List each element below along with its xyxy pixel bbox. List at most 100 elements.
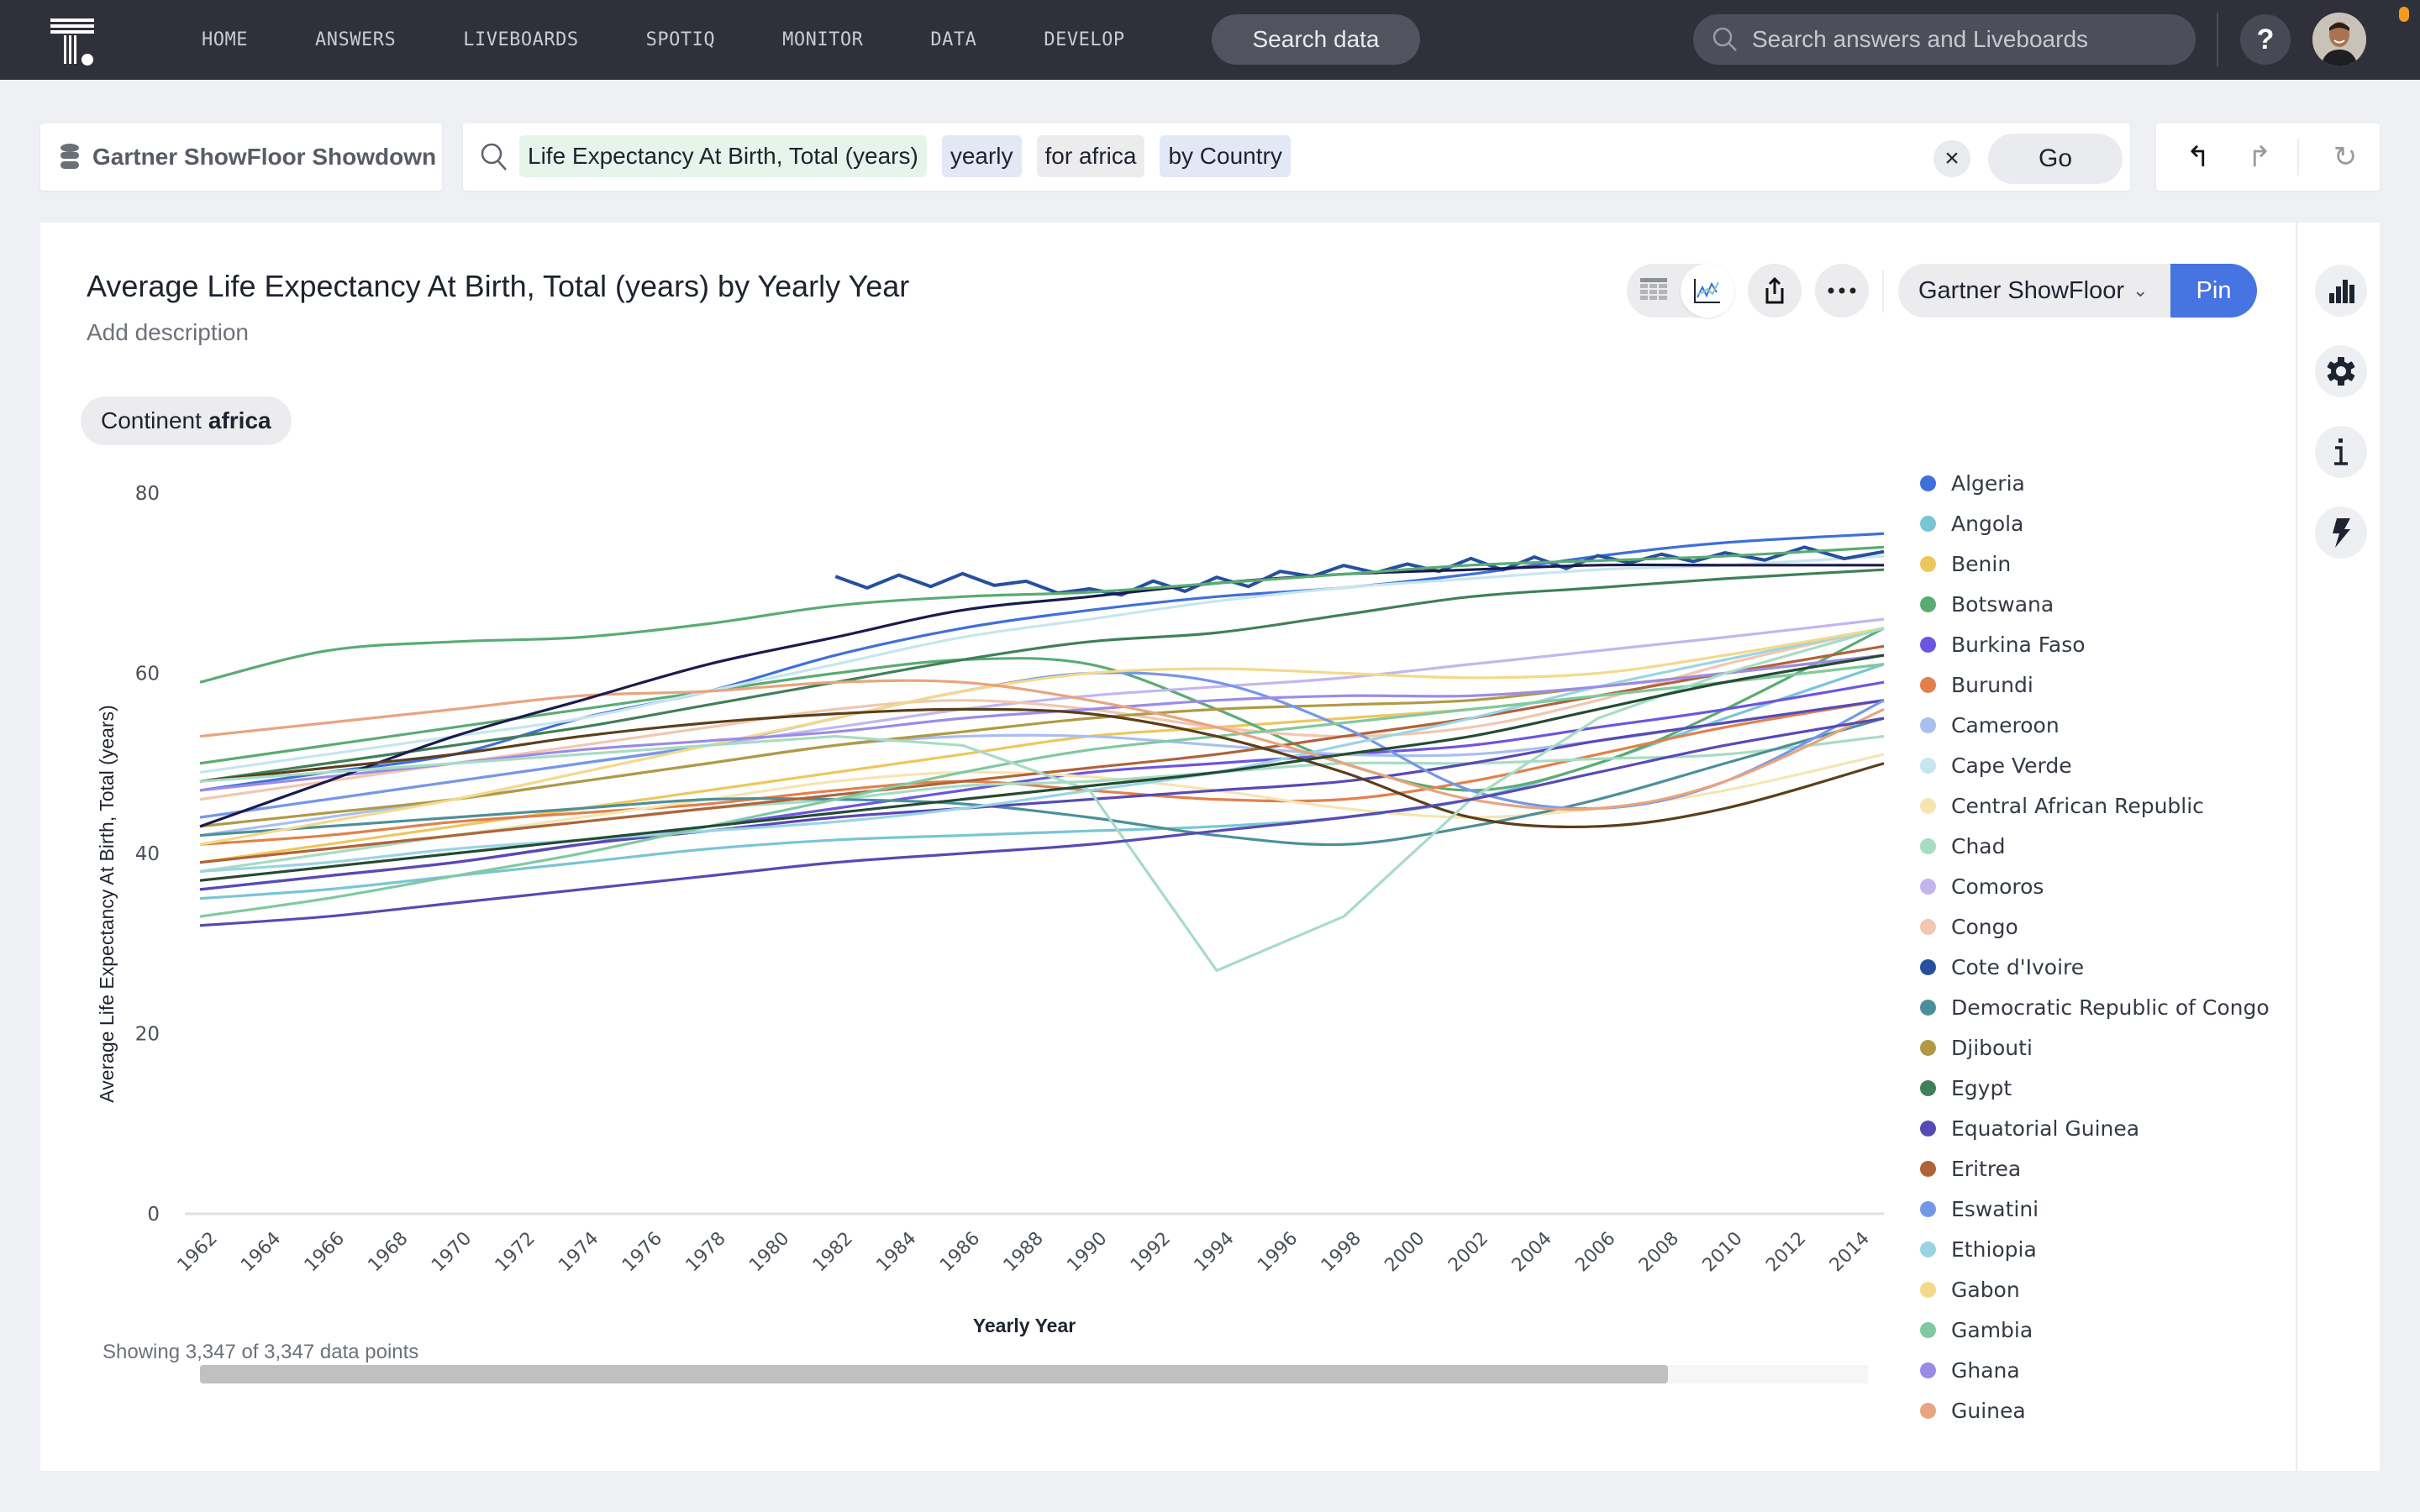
y-tick-label: 40 <box>135 843 160 865</box>
x-tick-label: 1974 <box>555 1228 602 1276</box>
horizontal-scrollbar-thumb[interactable] <box>200 1365 1668 1383</box>
legend-item[interactable]: Egypt <box>1920 1074 2012 1102</box>
y-tick-label: 80 <box>135 483 160 505</box>
legend-color-dot-icon <box>1920 1160 1936 1177</box>
legend-color-dot-icon <box>1920 1402 1936 1419</box>
legend-item[interactable]: Eritrea <box>1920 1154 2021 1183</box>
y-axis-label: Average Life Expectancy At Birth, Total … <box>96 705 118 1102</box>
legend-item[interactable]: Burundi <box>1920 670 2033 699</box>
legend-item[interactable]: Gambia <box>1920 1315 2033 1344</box>
legend-item[interactable]: Gabon <box>1920 1275 2020 1304</box>
legend-color-dot-icon <box>1920 797 1936 814</box>
legend-color-dot-icon <box>1920 676 1936 693</box>
legend-label: Cameroon <box>1951 712 2060 738</box>
legend-color-dot-icon <box>1920 1120 1936 1137</box>
x-tick-label: 2006 <box>1571 1228 1619 1276</box>
x-tick-label: 1970 <box>428 1228 476 1276</box>
legend-color-dot-icon <box>1920 1362 1936 1378</box>
legend-label: Gabon <box>1951 1277 2020 1302</box>
series-line-cote-d-ivoire[interactable] <box>834 545 1885 597</box>
legend-color-dot-icon <box>1920 837 1936 854</box>
legend-item[interactable]: Democratic Republic of Congo <box>1920 993 2270 1021</box>
x-tick-label: 1990 <box>1063 1228 1111 1276</box>
legend-label: Gambia <box>1951 1317 2033 1342</box>
legend-item[interactable]: Equatorial Guinea <box>1920 1114 2139 1142</box>
legend-item[interactable]: Congo <box>1920 912 2018 941</box>
legend-color-dot-icon <box>1920 1281 1936 1298</box>
legend-label: Equatorial Guinea <box>1951 1116 2140 1141</box>
legend-color-dot-icon <box>1920 1321 1936 1338</box>
x-tick-label: 1988 <box>1000 1228 1048 1276</box>
x-tick-label: 1994 <box>1191 1228 1239 1276</box>
legend-color-dot-icon <box>1920 636 1936 653</box>
data-points-note: Showing 3,347 of 3,347 data points <box>103 1341 419 1363</box>
legend-item[interactable]: Botswana <box>1920 590 2054 618</box>
legend-item[interactable]: Ethiopia <box>1920 1235 2037 1263</box>
x-tick-label: 1992 <box>1127 1228 1175 1276</box>
x-tick-label: 2002 <box>1444 1228 1492 1276</box>
x-tick-label: 1982 <box>809 1228 857 1276</box>
x-tick-label: 2012 <box>1762 1228 1810 1276</box>
legend-label: Eritrea <box>1951 1156 2022 1181</box>
legend-label: Botswana <box>1951 591 2054 617</box>
x-tick-label: 1972 <box>492 1228 539 1276</box>
x-tick-label: 2008 <box>1635 1228 1683 1276</box>
legend-color-dot-icon <box>1920 1241 1936 1257</box>
legend-label: Egypt <box>1951 1075 2012 1100</box>
legend-color-dot-icon <box>1920 596 1936 612</box>
x-tick-label: 1966 <box>301 1228 349 1276</box>
legend-item[interactable]: Central African Republic <box>1920 791 2204 820</box>
legend-item[interactable]: Chad <box>1920 832 2006 860</box>
x-axis-label: Yearly Year <box>973 1315 1076 1336</box>
legend-color-dot-icon <box>1920 1079 1936 1096</box>
legend-label: Guinea <box>1951 1398 2026 1423</box>
series-line-cameroon[interactable] <box>199 699 1885 837</box>
legend-color-dot-icon <box>1920 1039 1936 1056</box>
legend-item[interactable]: Cape Verde <box>1920 751 2072 780</box>
x-tick-label: 2010 <box>1699 1228 1747 1276</box>
legend-item[interactable]: Cote d'Ivoire <box>1920 953 2084 981</box>
legend-label: Ethiopia <box>1951 1236 2037 1262</box>
legend-label: Burkina Faso <box>1951 632 2086 657</box>
legend-color-dot-icon <box>1920 999 1936 1016</box>
legend-label: Chad <box>1951 833 2006 858</box>
legend-item[interactable]: Eswatini <box>1920 1194 2039 1223</box>
legend-label: Cote d'Ivoire <box>1951 954 2085 979</box>
legend-item[interactable]: Angola <box>1920 509 2023 538</box>
legend-label: Angola <box>1951 511 2024 536</box>
x-tick-label: 2014 <box>1826 1228 1874 1276</box>
x-tick-label: 2004 <box>1508 1228 1556 1276</box>
x-tick-label: 1964 <box>237 1228 285 1276</box>
x-tick-label: 1962 <box>174 1228 222 1276</box>
legend-label: Burundi <box>1951 672 2033 697</box>
legend-item[interactable]: Algeria <box>1920 469 2025 497</box>
legend-item[interactable]: Cameroon <box>1920 711 2060 739</box>
legend-label: Cape Verde <box>1951 753 2072 778</box>
x-tick-label: 1998 <box>1318 1228 1365 1276</box>
legend-item[interactable]: Benin <box>1920 549 2011 578</box>
legend-item[interactable]: Djibouti <box>1920 1033 2033 1062</box>
legend-label: Congo <box>1951 914 2018 939</box>
legend-color-dot-icon <box>1920 757 1936 774</box>
legend-label: Algeria <box>1951 470 2025 496</box>
y-tick-label: 0 <box>147 1204 160 1226</box>
legend-label: Democratic Republic of Congo <box>1951 995 2270 1020</box>
legend-color-dot-icon <box>1920 1200 1936 1217</box>
x-tick-label: 1978 <box>682 1228 730 1276</box>
x-tick-label: 1976 <box>618 1228 666 1276</box>
x-tick-label: 1996 <box>1254 1228 1302 1276</box>
x-tick-label: 1968 <box>364 1228 412 1276</box>
legend-item[interactable]: Ghana <box>1920 1356 2020 1384</box>
legend-color-dot-icon <box>1920 918 1936 935</box>
y-tick-label: 60 <box>135 664 160 685</box>
legend-item[interactable]: Guinea <box>1920 1396 2026 1425</box>
x-tick-label: 1984 <box>872 1228 920 1276</box>
legend-item[interactable]: Comoros <box>1920 872 2044 900</box>
x-tick-label: 1986 <box>936 1228 984 1276</box>
legend-label: Eswatini <box>1951 1196 2039 1221</box>
legend-item[interactable]: Burkina Faso <box>1920 630 2086 659</box>
legend-label: Central African Republic <box>1951 793 2204 818</box>
legend-label: Benin <box>1951 551 2012 576</box>
legend-color-dot-icon <box>1920 878 1936 895</box>
legend-color-dot-icon <box>1920 717 1936 733</box>
